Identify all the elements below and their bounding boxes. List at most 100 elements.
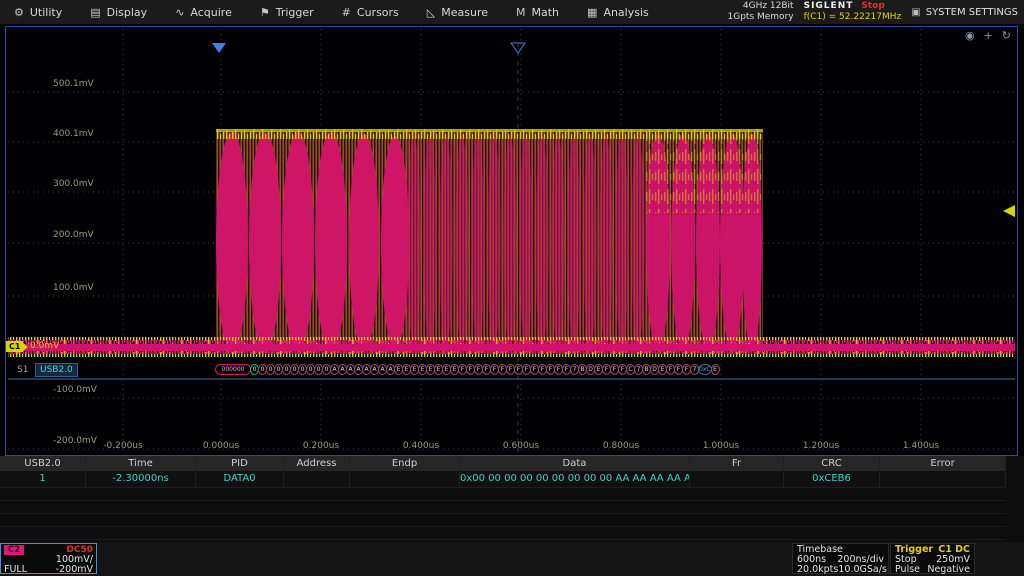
s1-bus-label[interactable]: USB2.0 (35, 363, 78, 377)
decode-token: 0xC (698, 364, 712, 375)
v-axis-label: 500.1mV (53, 79, 94, 89)
system-settings-button[interactable]: ▣ SYSTEM SETTINGS (911, 7, 1018, 18)
t-axis-label: -0.200us (93, 441, 153, 451)
col-header-address: Address (284, 456, 350, 471)
menu-item-icon: M (516, 6, 526, 19)
menu-item-label: Trigger (276, 6, 314, 19)
menu-item-label: Acquire (190, 6, 231, 19)
channel-offset: -200mV (56, 565, 93, 575)
trigger-type: Pulse (895, 565, 920, 575)
col-header-pid: PID (196, 456, 284, 471)
cell-data: 0x00 00 00 00 00 00 00 00 00 AA AA AA AA… (460, 471, 690, 487)
channel-bandwidth: FULL (4, 565, 27, 575)
menu-item-label: Analysis (603, 6, 648, 19)
menu-item-icon: ∿ (175, 6, 184, 19)
decode-table-row[interactable]: 1 -2.30000ns DATA0 0x00 00 00 00 00 00 0… (0, 471, 1006, 488)
timebase-points: 20.0kpts (797, 565, 838, 575)
decode-table: USB2.0 Time PID Address Endp Data Fr CRC… (0, 456, 1024, 542)
menu-item-icon: # (342, 6, 351, 19)
v-axis-label: 100.0mV (53, 283, 94, 293)
brand-logo: SIGLENT (804, 1, 854, 11)
t-axis-label: 0.800us (591, 441, 651, 451)
oscilloscope-screen: ⚙ Utility ▤ Display ∿ Acquire ⚑ Trigger … (0, 0, 1024, 576)
t-axis-label: 0.200us (291, 441, 351, 451)
menu-item-icon: ⚙ (14, 6, 24, 19)
s1-label: S1 (17, 365, 28, 375)
waveform-grid: ◉ + ↻ 500.1mV 400.1mV 300.0mV 200.0mV 10… (5, 26, 1018, 456)
cell-error (880, 471, 1006, 487)
menu-bar: ⚙ Utility ▤ Display ∿ Acquire ⚑ Trigger … (0, 0, 1024, 25)
col-header-data: Data (460, 456, 690, 471)
t-axis-label: 0.400us (391, 441, 451, 451)
cell-pid: DATA0 (196, 471, 284, 487)
t-axis-label: 1.000us (691, 441, 751, 451)
menu-item[interactable]: ◺ Measure (413, 0, 502, 24)
trigger-level-marker[interactable] (1003, 205, 1015, 217)
channel-badge: C2 (4, 545, 24, 555)
cell-crc: 0xCEB6 (784, 471, 880, 487)
c1-offset-marker[interactable]: C1 (6, 341, 23, 352)
menu-item-icon: ▤ (90, 6, 100, 19)
col-header-bus: USB2.0 (0, 456, 86, 471)
timebase-rate: 10.0GSa/s (838, 565, 887, 575)
t-axis-label: 0.600us (491, 441, 551, 451)
scope-spec: 4GHz 12Bit 1Gpts Memory (728, 1, 794, 23)
brand-block: SIGLENT Stop f(C1) = 52.22217MHz (804, 1, 902, 23)
menu-bar-right: 4GHz 12Bit 1Gpts Memory SIGLENT Stop f(C1… (728, 1, 1024, 23)
col-header-time: Time (86, 456, 196, 471)
col-header-endp: Endp (350, 456, 460, 471)
cell-endp (350, 471, 460, 487)
menu-items: ⚙ Utility ▤ Display ∿ Acquire ⚑ Trigger … (0, 0, 663, 24)
cell-time: -2.30000ns (86, 471, 196, 487)
screenshot-icon[interactable]: ◉ (965, 29, 975, 42)
t-axis-label: 1.200us (791, 441, 851, 451)
decode-token-row: 0000000000000000AAAAAAAAEEEEEEEEFFFFFFFF… (216, 363, 776, 376)
menu-item[interactable]: M Math (502, 0, 573, 24)
col-header-fr: Fr (690, 456, 784, 471)
menu-item[interactable]: # Cursors (328, 0, 413, 24)
decode-table-empty-rows (0, 488, 1006, 543)
cell-address (284, 471, 350, 487)
acquisition-status: Stop (861, 1, 884, 11)
v-axis-label: -100.0mV (53, 385, 97, 395)
menu-item[interactable]: ⚑ Trigger (246, 0, 328, 24)
trigger-box[interactable]: TriggerC1 DC Stop250mV PulseNegative (890, 543, 975, 574)
menu-item-label: Utility (30, 6, 62, 19)
channel-descriptor-box[interactable]: C2 DC50 100mV/ FULL -200mV (0, 543, 97, 574)
frequency-counter: f(C1) = 52.22217MHz (804, 12, 902, 23)
decode-token: E (711, 364, 720, 375)
menu-item-icon: ◺ (427, 6, 435, 19)
status-bar: C1 DC50 100mV/ FULL -200mV C2 DC50 100mV… (0, 542, 1024, 576)
menu-item[interactable]: ▦ Analysis (573, 0, 663, 24)
t-axis-label: 1.400us (891, 441, 951, 451)
cell-fr (690, 471, 784, 487)
v-axis-label: 200.0mV (53, 230, 94, 240)
t-axis-label: 0.000us (191, 441, 251, 451)
plot-toolbar: ◉ + ↻ (965, 29, 1011, 42)
c1-zero-label: 0.0mV (30, 341, 59, 351)
trigger-position-marker[interactable] (212, 43, 226, 53)
menu-item[interactable]: ⚙ Utility (0, 0, 76, 24)
menu-item-icon: ⚑ (260, 6, 270, 19)
trigger-slope: Negative (927, 565, 970, 575)
v-axis-label: 300.0mV (53, 179, 94, 189)
decode-table-header: USB2.0 Time PID Address Endp Data Fr CRC… (0, 456, 1006, 471)
menu-item-label: Display (107, 6, 148, 19)
fit-screen-icon[interactable]: + (984, 29, 993, 42)
menu-item-label: Math (532, 6, 560, 19)
decode-token: 000000 (215, 364, 251, 375)
system-settings-icon: ▣ (911, 7, 920, 18)
waveform-canvas (6, 27, 1017, 455)
timebase-box[interactable]: Timebase 600ns200ns/div 20.0kpts10.0GSa/… (792, 543, 889, 574)
v-axis-label: 400.1mV (53, 129, 94, 139)
col-header-error: Error (880, 456, 1006, 471)
menu-item-label: Cursors (357, 6, 399, 19)
cell-index: 1 (0, 471, 86, 487)
menu-item-label: Measure (441, 6, 488, 19)
menu-item[interactable]: ▤ Display (76, 0, 161, 24)
menu-item-icon: ▦ (587, 6, 597, 19)
menu-item[interactable]: ∿ Acquire (161, 0, 246, 24)
history-icon[interactable]: ↻ (1002, 29, 1011, 42)
col-header-crc: CRC (784, 456, 880, 471)
v-axis-label: -200.0mV (53, 436, 97, 446)
